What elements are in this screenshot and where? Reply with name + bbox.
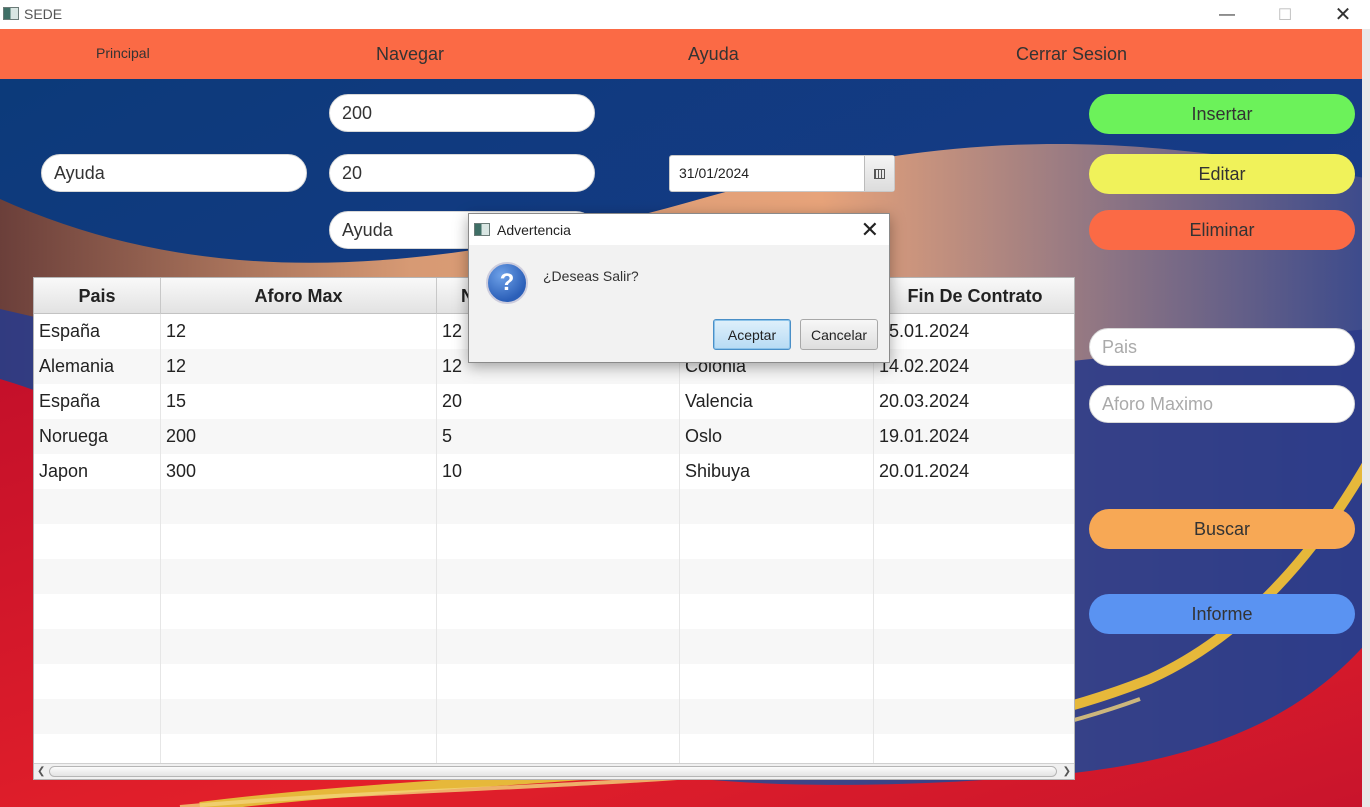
window-edge — [1362, 29, 1370, 807]
table-row[interactable]: España 15 20 Valencia 20.03.2024 — [34, 384, 1074, 419]
window-title: SEDE — [24, 6, 63, 22]
empty-row — [34, 699, 1074, 734]
eliminar-button[interactable]: Eliminar — [1089, 210, 1355, 250]
menu-cerrar-sesion[interactable]: Cerrar Sesion — [1016, 44, 1127, 65]
cell-pais: España — [34, 314, 161, 349]
cell-pais: Japon — [34, 454, 161, 489]
editar-button[interactable]: Editar — [1089, 154, 1355, 194]
dialog-message: ¿Deseas Salir? — [543, 268, 639, 284]
insertar-button[interactable]: Insertar — [1089, 94, 1355, 134]
number-field[interactable]: 20 — [329, 154, 595, 192]
minimize-button[interactable]: — — [1198, 0, 1256, 29]
dialog-title: Advertencia — [497, 222, 571, 238]
cell-fin: 15.01.2024 — [874, 314, 1074, 349]
app-icon — [3, 7, 19, 20]
empty-row — [34, 664, 1074, 699]
scroll-right-icon[interactable]: ❯ — [1063, 766, 1071, 777]
close-window-button[interactable]: ✕ — [1314, 0, 1370, 29]
cell-fin: 20.03.2024 — [874, 384, 1074, 419]
scroll-left-icon[interactable]: ❮ — [37, 766, 45, 777]
cell-col4: Oslo — [680, 419, 874, 454]
menu-navegar[interactable]: Navegar — [376, 44, 444, 65]
cell-col3: 10 — [437, 454, 680, 489]
aforo-field[interactable]: 200 — [329, 94, 595, 132]
date-value[interactable]: 31/01/2024 — [679, 165, 749, 181]
cell-pais: España — [34, 384, 161, 419]
empty-row — [34, 629, 1074, 664]
scroll-thumb[interactable] — [49, 766, 1057, 777]
aforo-search-field[interactable]: Aforo Maximo — [1089, 385, 1355, 423]
empty-row — [34, 489, 1074, 524]
table-row[interactable]: Noruega 200 5 Oslo 19.01.2024 — [34, 419, 1074, 454]
cell-aforo: 12 — [161, 314, 437, 349]
informe-button[interactable]: Informe — [1089, 594, 1355, 634]
dialog-app-icon — [474, 223, 490, 236]
cell-fin: 19.01.2024 — [874, 419, 1074, 454]
question-icon: ? — [486, 262, 528, 304]
menu-bar: Principal Navegar Ayuda Cerrar Sesion — [0, 29, 1362, 79]
header-aforo-max[interactable]: Aforo Max — [161, 278, 437, 314]
empty-row — [34, 594, 1074, 629]
accept-button[interactable]: Aceptar — [713, 319, 791, 350]
maximize-button[interactable]: ☐ — [1256, 0, 1314, 29]
calendar-icon — [874, 168, 885, 179]
cell-aforo: 12 — [161, 349, 437, 384]
confirm-dialog: Advertencia ✕ ? ¿Deseas Salir? Aceptar C… — [468, 213, 890, 363]
header-fin-contrato[interactable]: Fin De Contrato — [874, 278, 1074, 314]
calendar-button[interactable] — [864, 156, 894, 191]
horizontal-scrollbar[interactable]: ❮ ❯ — [34, 763, 1074, 779]
cell-aforo: 300 — [161, 454, 437, 489]
menu-principal[interactable]: Principal — [96, 45, 150, 61]
cell-fin: 14.02.2024 — [874, 349, 1074, 384]
cell-col3: 5 — [437, 419, 680, 454]
menu-ayuda[interactable]: Ayuda — [688, 44, 739, 65]
cell-aforo: 200 — [161, 419, 437, 454]
dialog-titlebar: Advertencia ✕ — [469, 214, 889, 245]
window-titlebar: SEDE — ☐ ✕ — [0, 0, 1370, 29]
buscar-button[interactable]: Buscar — [1089, 509, 1355, 549]
dialog-close-icon[interactable]: ✕ — [861, 217, 879, 243]
name-field[interactable]: Ayuda — [41, 154, 307, 192]
date-picker[interactable]: 31/01/2024 — [669, 155, 895, 192]
cell-aforo: 15 — [161, 384, 437, 419]
cell-pais: Noruega — [34, 419, 161, 454]
cell-fin: 20.01.2024 — [874, 454, 1074, 489]
cancel-button[interactable]: Cancelar — [800, 319, 878, 350]
empty-row — [34, 559, 1074, 594]
header-pais[interactable]: Pais — [34, 278, 161, 314]
table-row[interactable]: Japon 300 10 Shibuya 20.01.2024 — [34, 454, 1074, 489]
cell-col4: Valencia — [680, 384, 874, 419]
cell-col3: 20 — [437, 384, 680, 419]
empty-row — [34, 524, 1074, 559]
cell-pais: Alemania — [34, 349, 161, 384]
cell-col4: Shibuya — [680, 454, 874, 489]
pais-search-field[interactable]: Pais — [1089, 328, 1355, 366]
